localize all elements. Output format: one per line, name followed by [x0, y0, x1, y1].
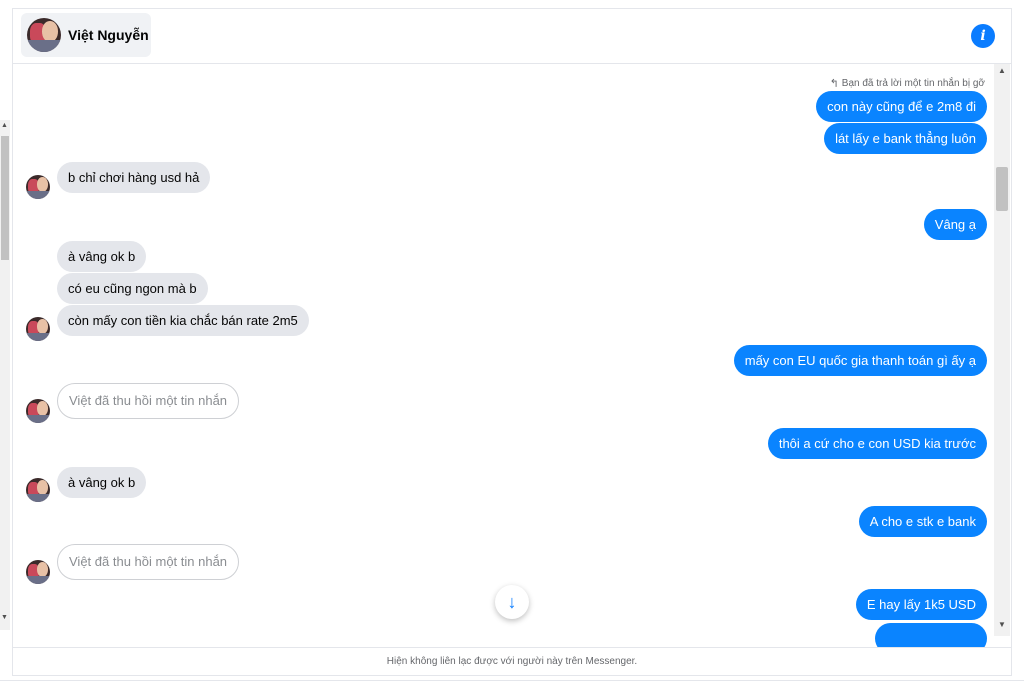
avatar — [27, 18, 61, 52]
right-scrollbar[interactable]: ▲ ▼ — [994, 64, 1010, 636]
right-scrollbar-thumb[interactable] — [996, 167, 1008, 211]
scroll-to-bottom-button[interactable]: ↓ — [495, 585, 529, 619]
reply-note-text: Bạn đã trả lời một tin nhắn bị gỡ — [841, 78, 985, 89]
scroll-down-arrow-icon[interactable]: ▼ — [998, 620, 1006, 629]
incoming-message[interactable]: còn mấy con tiền kia chắc bán rate 2m5 — [57, 305, 309, 336]
outgoing-message[interactable]: A cho e stk e bank — [858, 506, 987, 537]
avatar[interactable] — [26, 317, 50, 341]
arrow-down-icon: ↓ — [507, 591, 517, 612]
incoming-message[interactable]: à vâng ok b — [57, 467, 147, 498]
incoming-message[interactable]: à vâng ok b — [57, 241, 147, 272]
outgoing-message[interactable]: E hay lấy 1k5 USD — [855, 589, 987, 620]
scroll-up-arrow-icon[interactable]: ▲ — [998, 66, 1006, 75]
scroll-up-arrow-icon[interactable]: ▲ — [1, 122, 8, 129]
incoming-message[interactable]: có eu cũng ngon mà b — [57, 273, 208, 304]
avatar[interactable] — [26, 399, 50, 423]
footer-notice: Hiện không liên lạc được với người này t… — [13, 647, 1011, 675]
chat-header: Việt Nguyễn i — [13, 9, 1011, 64]
avatar[interactable] — [26, 478, 50, 502]
contact-name: Việt Nguyễn — [68, 27, 149, 43]
outgoing-message[interactable]: Vâng ạ — [923, 209, 987, 240]
scroll-down-arrow-icon[interactable]: ▼ — [1, 614, 8, 621]
left-scrollbar[interactable]: ▲ ▼ — [0, 120, 10, 630]
avatar[interactable] — [26, 560, 50, 584]
outgoing-message[interactable]: con này cũng để e 2m8 đi — [816, 91, 987, 122]
chat-window: Việt Nguyễn i ↰ Bạn đã trả lời một tin n… — [12, 8, 1012, 676]
incoming-message[interactable]: b chỉ chơi hàng usd hả — [57, 162, 211, 193]
contact-button[interactable]: Việt Nguyễn — [21, 13, 151, 57]
outgoing-message[interactable]: lát lấy e bank thẳng luôn — [824, 123, 987, 154]
divider — [0, 680, 1024, 681]
left-scrollbar-thumb[interactable] — [1, 136, 9, 260]
recalled-message: Việt đã thu hồi một tin nhắn — [57, 544, 240, 580]
recalled-message: Việt đã thu hồi một tin nhắn — [57, 383, 240, 419]
info-icon[interactable]: i — [971, 24, 995, 48]
outgoing-message[interactable]: thôi a cứ cho e con USD kia trước — [767, 428, 987, 459]
reply-arrow-icon: ↰ — [829, 78, 839, 90]
outgoing-message-partial[interactable] — [875, 623, 987, 647]
message-list: ↰ Bạn đã trả lời một tin nhắn bị gỡ con … — [13, 65, 1011, 647]
avatar[interactable] — [26, 175, 50, 199]
outgoing-message[interactable]: mấy con EU quốc gia thanh toán gì ấy ạ — [733, 345, 987, 376]
reply-note: ↰ Bạn đã trả lời một tin nhắn bị gỡ — [830, 77, 985, 90]
